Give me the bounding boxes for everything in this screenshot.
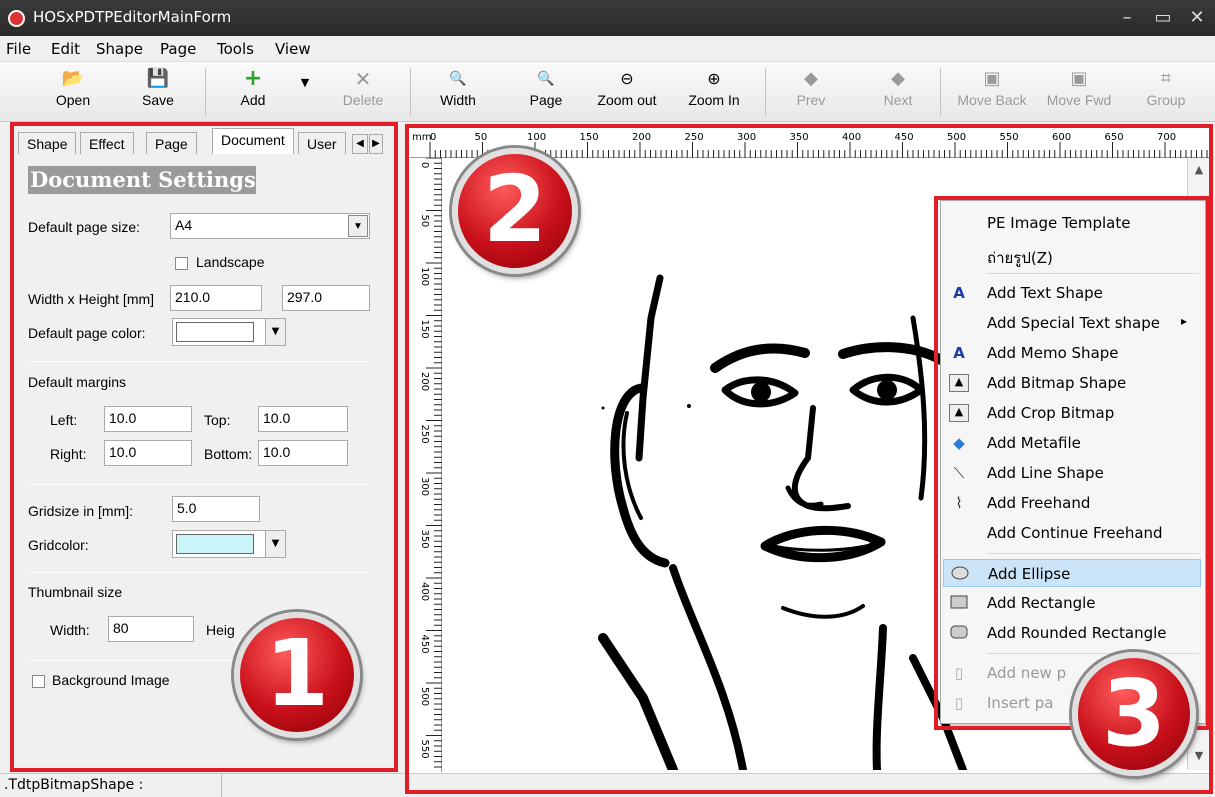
annotation-badge-2: 2 (452, 148, 578, 274)
menu-page[interactable]: Page (160, 40, 196, 58)
zoom-width-button[interactable]: 🔍 Width (430, 66, 486, 118)
group-button[interactable]: ⌗ Group (1140, 66, 1192, 118)
minimize-button[interactable]: – (1112, 6, 1142, 30)
annotation-badge-1: 1 (234, 612, 360, 738)
menu-shape[interactable]: Shape (96, 40, 143, 58)
zoom-page-button[interactable]: 🔍 Page (518, 66, 574, 118)
open-button[interactable]: 📂 Open (45, 66, 101, 118)
folder-open-icon: 📂 (61, 68, 85, 89)
plus-icon: + (243, 66, 263, 91)
move-fwd-button[interactable]: ▣ Move Fwd (1040, 66, 1118, 118)
move-back-button[interactable]: ▣ Move Back (950, 66, 1034, 118)
menu-file[interactable]: File (6, 40, 31, 58)
app-icon (8, 10, 25, 27)
zoom-out-button[interactable]: ⊖ Zoom out (592, 66, 662, 118)
next-button[interactable]: ◆ Next (872, 66, 924, 118)
arrow-right-icon: ◆ (891, 68, 905, 89)
window-title: HOSxPDTPEditorMainForm (33, 8, 232, 26)
zoom-page-icon: 🔍 (537, 71, 555, 87)
toolbar-separator (940, 68, 941, 116)
toolbar-separator (410, 68, 411, 116)
toolbar-separator (765, 68, 766, 116)
group-icon: ⌗ (1160, 68, 1172, 89)
menu-edit[interactable]: Edit (51, 40, 80, 58)
toolbar: 📂 Open 💾 Save + Add ▼ ✕ Delete 🔍 Width 🔍… (0, 62, 1215, 122)
arrow-left-icon: ◆ (804, 68, 818, 89)
prev-button[interactable]: ◆ Prev (785, 66, 837, 118)
chevron-down-icon: ▼ (300, 76, 310, 89)
menu-view[interactable]: View (275, 40, 311, 58)
zoom-in-icon: ⊕ (707, 69, 721, 88)
add-button[interactable]: + Add (225, 66, 281, 118)
title-bar: HOSxPDTPEditorMainForm – ▭ ✕ (0, 0, 1215, 36)
menu-tools[interactable]: Tools (217, 40, 254, 58)
move-back-icon: ▣ (983, 68, 1001, 89)
close-button[interactable]: ✕ (1182, 6, 1212, 30)
add-dropdown-button[interactable]: ▼ (295, 66, 315, 118)
move-forward-icon: ▣ (1070, 68, 1088, 89)
annotation-box-3 (934, 196, 1210, 730)
annotation-badge-3: 3 (1072, 652, 1196, 776)
delete-button[interactable]: ✕ Delete (335, 66, 391, 118)
zoom-out-icon: ⊖ (620, 69, 634, 88)
floppy-disk-icon: 💾 (146, 68, 170, 89)
toolbar-separator (205, 68, 206, 116)
status-shape-type: .TdtpBitmapShape : (0, 774, 222, 797)
zoom-in-button[interactable]: ⊕ Zoom In (680, 66, 748, 118)
delete-x-icon: ✕ (354, 67, 372, 91)
save-button[interactable]: 💾 Save (130, 66, 186, 118)
maximize-button[interactable]: ▭ (1148, 6, 1178, 30)
menu-bar: File Edit Shape Page Tools View (0, 36, 1215, 62)
zoom-100-icon: 🔍 (449, 71, 467, 87)
app-window: HOSxPDTPEditorMainForm – ▭ ✕ File Edit S… (0, 0, 1215, 797)
